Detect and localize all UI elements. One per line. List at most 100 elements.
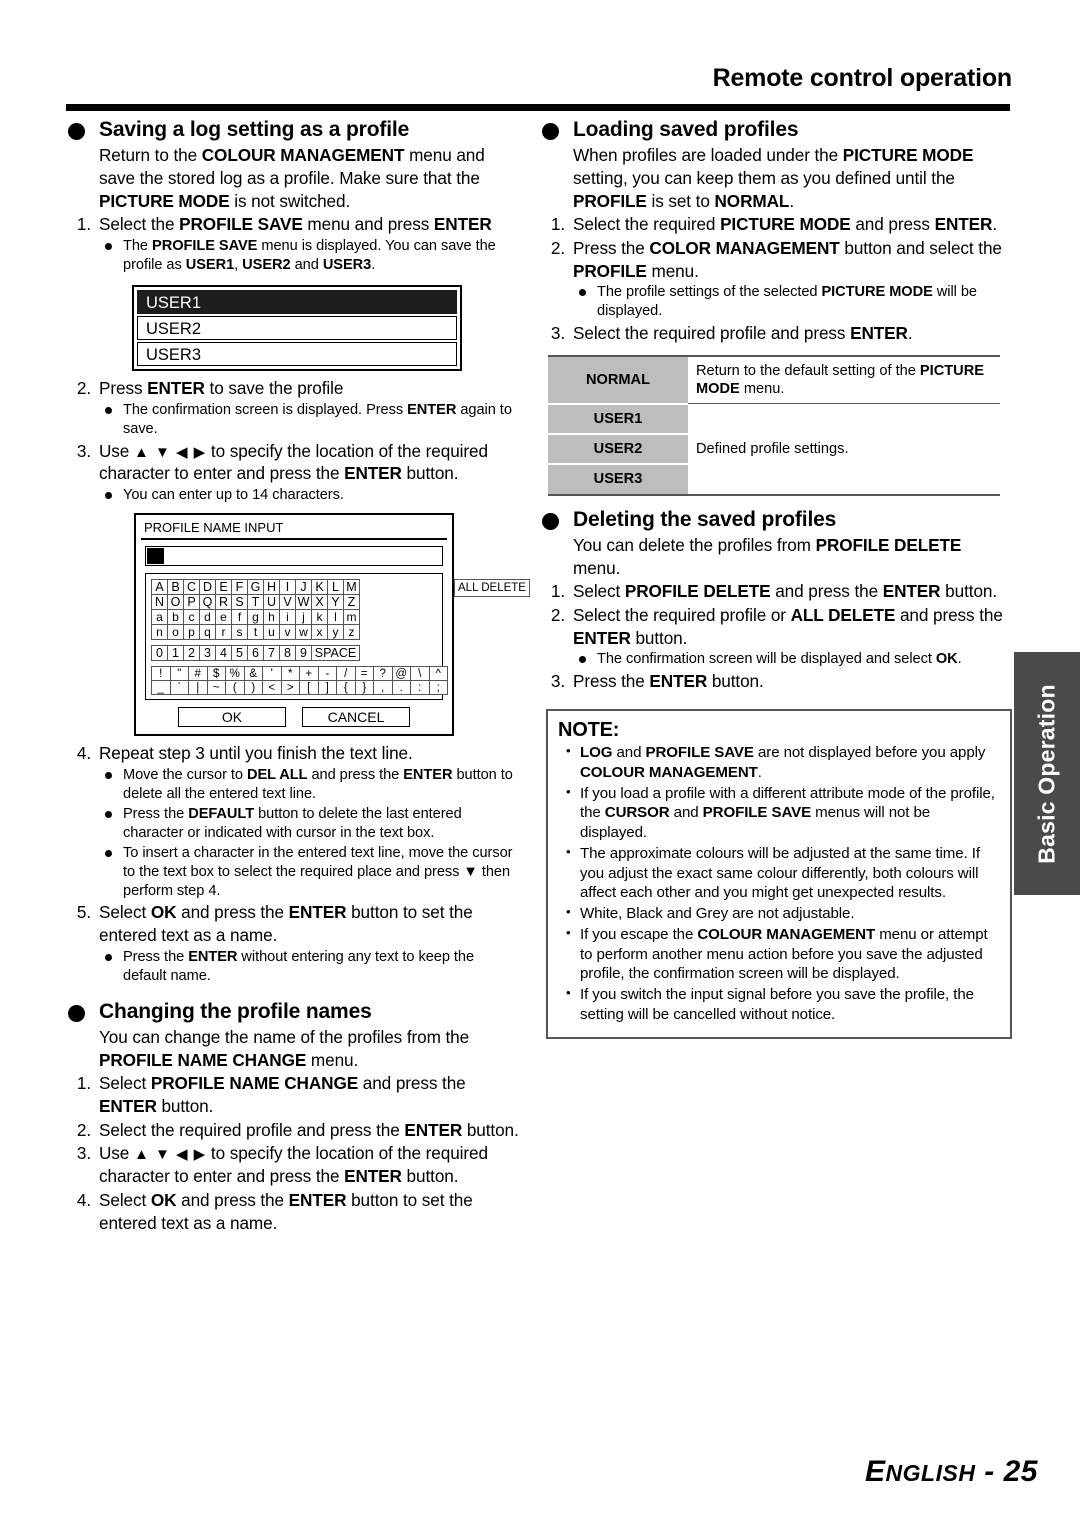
key[interactable]: $ — [206, 666, 226, 681]
key[interactable]: G — [247, 579, 264, 595]
key[interactable]: r — [215, 624, 232, 640]
key[interactable]: x — [311, 624, 328, 640]
key[interactable]: y — [327, 624, 344, 640]
key[interactable]: u — [263, 624, 280, 640]
key[interactable]: P — [183, 594, 200, 610]
key[interactable]: @ — [391, 666, 411, 681]
key[interactable]: k — [311, 609, 328, 625]
key-space[interactable]: SPACE — [311, 645, 360, 661]
key[interactable]: . — [391, 680, 411, 695]
key[interactable]: T — [247, 594, 264, 610]
key[interactable]: / — [336, 666, 356, 681]
key[interactable]: L — [327, 579, 344, 595]
key[interactable]: " — [169, 666, 189, 681]
key[interactable]: q — [199, 624, 216, 640]
key[interactable]: * — [280, 666, 300, 681]
key[interactable]: d — [199, 609, 216, 625]
key[interactable]: v — [279, 624, 296, 640]
key[interactable]: E — [215, 579, 232, 595]
key[interactable]: ] — [317, 680, 337, 695]
key[interactable]: Y — [327, 594, 344, 610]
key[interactable]: # — [188, 666, 208, 681]
key[interactable]: Z — [343, 594, 360, 610]
key[interactable]: m — [343, 609, 360, 625]
key[interactable]: X — [311, 594, 328, 610]
key[interactable]: ! — [151, 666, 171, 681]
cancel-button[interactable]: CANCEL — [302, 707, 410, 727]
key[interactable]: l — [327, 609, 344, 625]
key[interactable]: t — [247, 624, 264, 640]
key[interactable]: 7 — [263, 645, 280, 661]
key[interactable]: U — [263, 594, 280, 610]
key[interactable]: K — [311, 579, 328, 595]
key[interactable]: 0 — [151, 645, 168, 661]
key[interactable]: ( — [225, 680, 245, 695]
key[interactable]: 3 — [199, 645, 216, 661]
key[interactable]: g — [247, 609, 264, 625]
key[interactable]: 8 — [279, 645, 296, 661]
key[interactable]: : — [410, 680, 430, 695]
key[interactable]: < — [262, 680, 282, 695]
key[interactable]: ) — [243, 680, 263, 695]
key[interactable]: & — [243, 666, 263, 681]
key[interactable]: ~ — [206, 680, 226, 695]
key[interactable]: } — [354, 680, 374, 695]
menu-item-user3[interactable]: USER3 — [137, 341, 457, 366]
key[interactable]: I — [279, 579, 296, 595]
key[interactable]: O — [167, 594, 184, 610]
key[interactable]: n — [151, 624, 168, 640]
key[interactable]: > — [280, 680, 300, 695]
key[interactable]: V — [279, 594, 296, 610]
key[interactable]: 1 — [167, 645, 184, 661]
profile-name-text-field[interactable] — [145, 546, 443, 566]
key[interactable]: S — [231, 594, 248, 610]
key[interactable]: j — [295, 609, 312, 625]
key[interactable]: o — [167, 624, 184, 640]
key[interactable]: e — [215, 609, 232, 625]
key[interactable]: A — [151, 579, 168, 595]
key[interactable]: ^ — [428, 666, 448, 681]
key[interactable]: f — [231, 609, 248, 625]
key[interactable]: H — [263, 579, 280, 595]
key[interactable]: Q — [199, 594, 216, 610]
ok-button[interactable]: OK — [178, 707, 286, 727]
key[interactable]: 4 — [215, 645, 232, 661]
key[interactable]: c — [183, 609, 200, 625]
key[interactable]: W — [295, 594, 312, 610]
key[interactable]: ? — [373, 666, 393, 681]
key[interactable]: D — [199, 579, 216, 595]
key[interactable]: _ — [151, 680, 171, 695]
key[interactable]: | — [188, 680, 208, 695]
key[interactable]: 6 — [247, 645, 264, 661]
key[interactable]: B — [167, 579, 184, 595]
key[interactable]: ` — [169, 680, 189, 695]
key[interactable]: - — [317, 666, 337, 681]
key[interactable]: s — [231, 624, 248, 640]
key[interactable]: R — [215, 594, 232, 610]
key[interactable]: z — [343, 624, 360, 640]
key[interactable]: 2 — [183, 645, 200, 661]
key[interactable]: + — [299, 666, 319, 681]
key[interactable]: 9 — [295, 645, 312, 661]
all-delete-button[interactable]: ALL DELETE — [454, 579, 530, 598]
key[interactable]: % — [225, 666, 245, 681]
key[interactable]: = — [354, 666, 374, 681]
key[interactable]: h — [263, 609, 280, 625]
key[interactable]: 5 — [231, 645, 248, 661]
key[interactable]: C — [183, 579, 200, 595]
key[interactable]: i — [279, 609, 296, 625]
key[interactable]: p — [183, 624, 200, 640]
key[interactable]: a — [151, 609, 168, 625]
key[interactable]: b — [167, 609, 184, 625]
key[interactable]: w — [295, 624, 312, 640]
key[interactable]: [ — [299, 680, 319, 695]
key[interactable]: ' — [262, 666, 282, 681]
key[interactable]: F — [231, 579, 248, 595]
key[interactable]: J — [295, 579, 312, 595]
menu-item-user2[interactable]: USER2 — [137, 315, 457, 340]
key[interactable]: \ — [410, 666, 430, 681]
menu-item-user1[interactable]: USER1 — [137, 289, 457, 314]
key[interactable]: { — [336, 680, 356, 695]
key[interactable]: N — [151, 594, 168, 610]
key[interactable]: ; — [428, 680, 448, 695]
